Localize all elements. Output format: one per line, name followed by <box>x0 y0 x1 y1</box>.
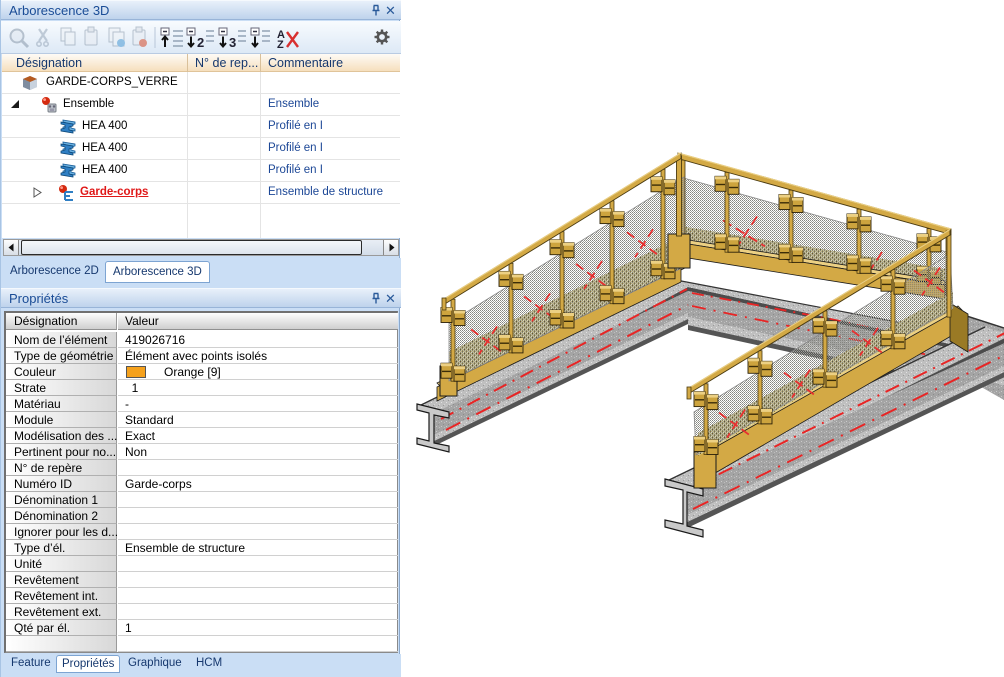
svg-text:Z: Z <box>277 39 284 51</box>
svg-text:3: 3 <box>229 35 236 50</box>
svg-text:2: 2 <box>197 35 204 50</box>
